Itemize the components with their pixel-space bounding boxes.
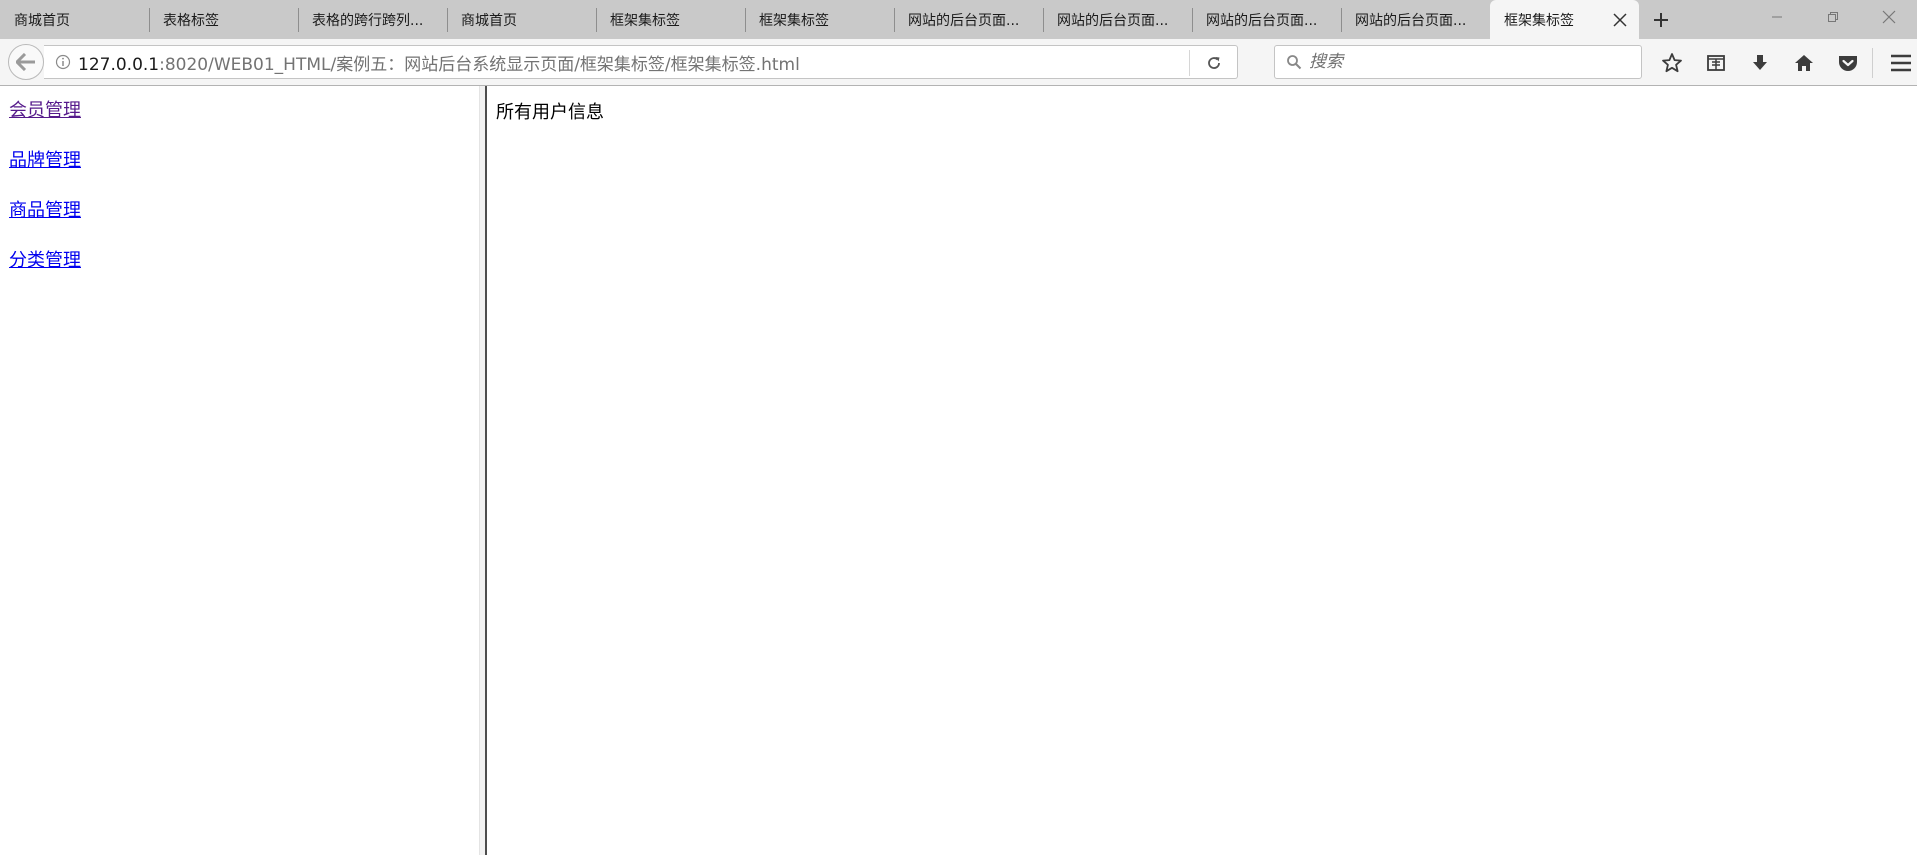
brand-management-link[interactable]: 品牌管理 xyxy=(9,146,470,171)
frame-resize-divider[interactable] xyxy=(479,86,487,855)
tab-label: 框架集标签 xyxy=(610,12,680,29)
new-tab-button[interactable] xyxy=(1639,0,1683,39)
tab-active[interactable]: 框架集标签 xyxy=(1490,0,1639,39)
reader-view-button[interactable] xyxy=(1694,43,1738,83)
url-host: 127.0.0.1 xyxy=(78,54,160,75)
reload-icon xyxy=(1207,57,1220,69)
home-icon xyxy=(1795,54,1813,71)
tab-label: 商城首页 xyxy=(461,12,517,29)
pocket-button[interactable] xyxy=(1826,43,1870,83)
tab-1[interactable]: 商城首页 xyxy=(0,0,149,39)
tab-strip: 商城首页 表格标签 表格的跨行跨列... 商城首页 框架集标签 框架集标签 网站… xyxy=(0,0,1917,39)
tab-label: 表格标签 xyxy=(163,12,219,29)
tab-label: 网站的后台页面... xyxy=(1355,12,1467,29)
tab-label: 网站的后台页面... xyxy=(1057,12,1169,29)
hamburger-menu-icon xyxy=(1891,54,1911,71)
toolbar-icons xyxy=(1650,39,1917,86)
tab-2[interactable]: 表格标签 xyxy=(149,0,298,39)
menu-button[interactable] xyxy=(1879,43,1917,83)
info-icon[interactable] xyxy=(48,54,78,70)
minimize-button[interactable] xyxy=(1749,0,1805,34)
download-button[interactable] xyxy=(1738,43,1782,83)
bookmark-star-icon xyxy=(1662,52,1682,72)
close-icon xyxy=(1882,10,1896,24)
tab-8[interactable]: 网站的后台页面... xyxy=(1043,0,1192,39)
right-frame-main: 所有用户信息 xyxy=(487,86,1917,855)
tab-3[interactable]: 表格的跨行跨列... xyxy=(298,0,447,39)
home-button[interactable] xyxy=(1782,43,1826,83)
tab-label: 框架集标签 xyxy=(759,12,829,29)
window-controls xyxy=(1749,0,1917,39)
tab-4[interactable]: 商城首页 xyxy=(447,0,596,39)
tab-6[interactable]: 框架集标签 xyxy=(745,0,894,39)
product-management-link[interactable]: 商品管理 xyxy=(9,196,470,221)
tab-10[interactable]: 网站的后台页面... xyxy=(1341,0,1490,39)
restore-icon xyxy=(1828,12,1838,22)
close-tab-icon[interactable] xyxy=(1611,11,1629,29)
tab-label: 框架集标签 xyxy=(1504,12,1574,29)
tab-label: 表格的跨行跨列... xyxy=(312,12,424,29)
restore-button[interactable] xyxy=(1805,0,1861,34)
back-button[interactable] xyxy=(8,44,44,80)
tab-list: 商城首页 表格标签 表格的跨行跨列... 商城首页 框架集标签 框架集标签 网站… xyxy=(0,0,1639,39)
search-bar[interactable] xyxy=(1274,45,1642,79)
search-icon xyxy=(1279,54,1309,70)
pocket-icon xyxy=(1839,55,1857,71)
page-content: 会员管理 品牌管理 商品管理 分类管理 所有用户信息 xyxy=(0,86,1917,855)
left-frame-menu: 会员管理 品牌管理 商品管理 分类管理 xyxy=(0,86,479,855)
download-icon xyxy=(1753,54,1767,70)
back-arrow-icon xyxy=(16,53,35,71)
tab-label: 网站的后台页面... xyxy=(908,12,1020,29)
toolbar-separator xyxy=(1872,47,1873,78)
url-path: :8020/WEB01_HTML/案例五：网站后台系统显示页面/框架集标签/框架… xyxy=(159,54,800,75)
tab-label: 网站的后台页面... xyxy=(1206,12,1318,29)
tab-5[interactable]: 框架集标签 xyxy=(596,0,745,39)
member-management-link[interactable]: 会员管理 xyxy=(9,96,470,121)
navigation-toolbar: 127.0.0.1:8020/WEB01_HTML/案例五：网站后台系统显示页面… xyxy=(0,39,1917,86)
url-text[interactable]: 127.0.0.1:8020/WEB01_HTML/案例五：网站后台系统显示页面… xyxy=(78,50,800,75)
tab-7[interactable]: 网站的后台页面... xyxy=(894,0,1043,39)
close-window-button[interactable] xyxy=(1861,0,1917,34)
reload-button[interactable] xyxy=(1189,50,1237,76)
bookmark-button[interactable] xyxy=(1650,43,1694,83)
search-input[interactable] xyxy=(1309,52,1629,72)
category-management-link[interactable]: 分类管理 xyxy=(9,246,470,271)
minimize-icon xyxy=(1772,16,1782,18)
plus-icon xyxy=(1654,12,1668,27)
url-bar[interactable]: 127.0.0.1:8020/WEB01_HTML/案例五：网站后台系统显示页面… xyxy=(44,45,1238,79)
tab-label: 商城首页 xyxy=(14,12,70,29)
main-content-text: 所有用户信息 xyxy=(496,102,604,123)
tab-9[interactable]: 网站的后台页面... xyxy=(1192,0,1341,39)
reader-view-icon xyxy=(1707,54,1725,71)
